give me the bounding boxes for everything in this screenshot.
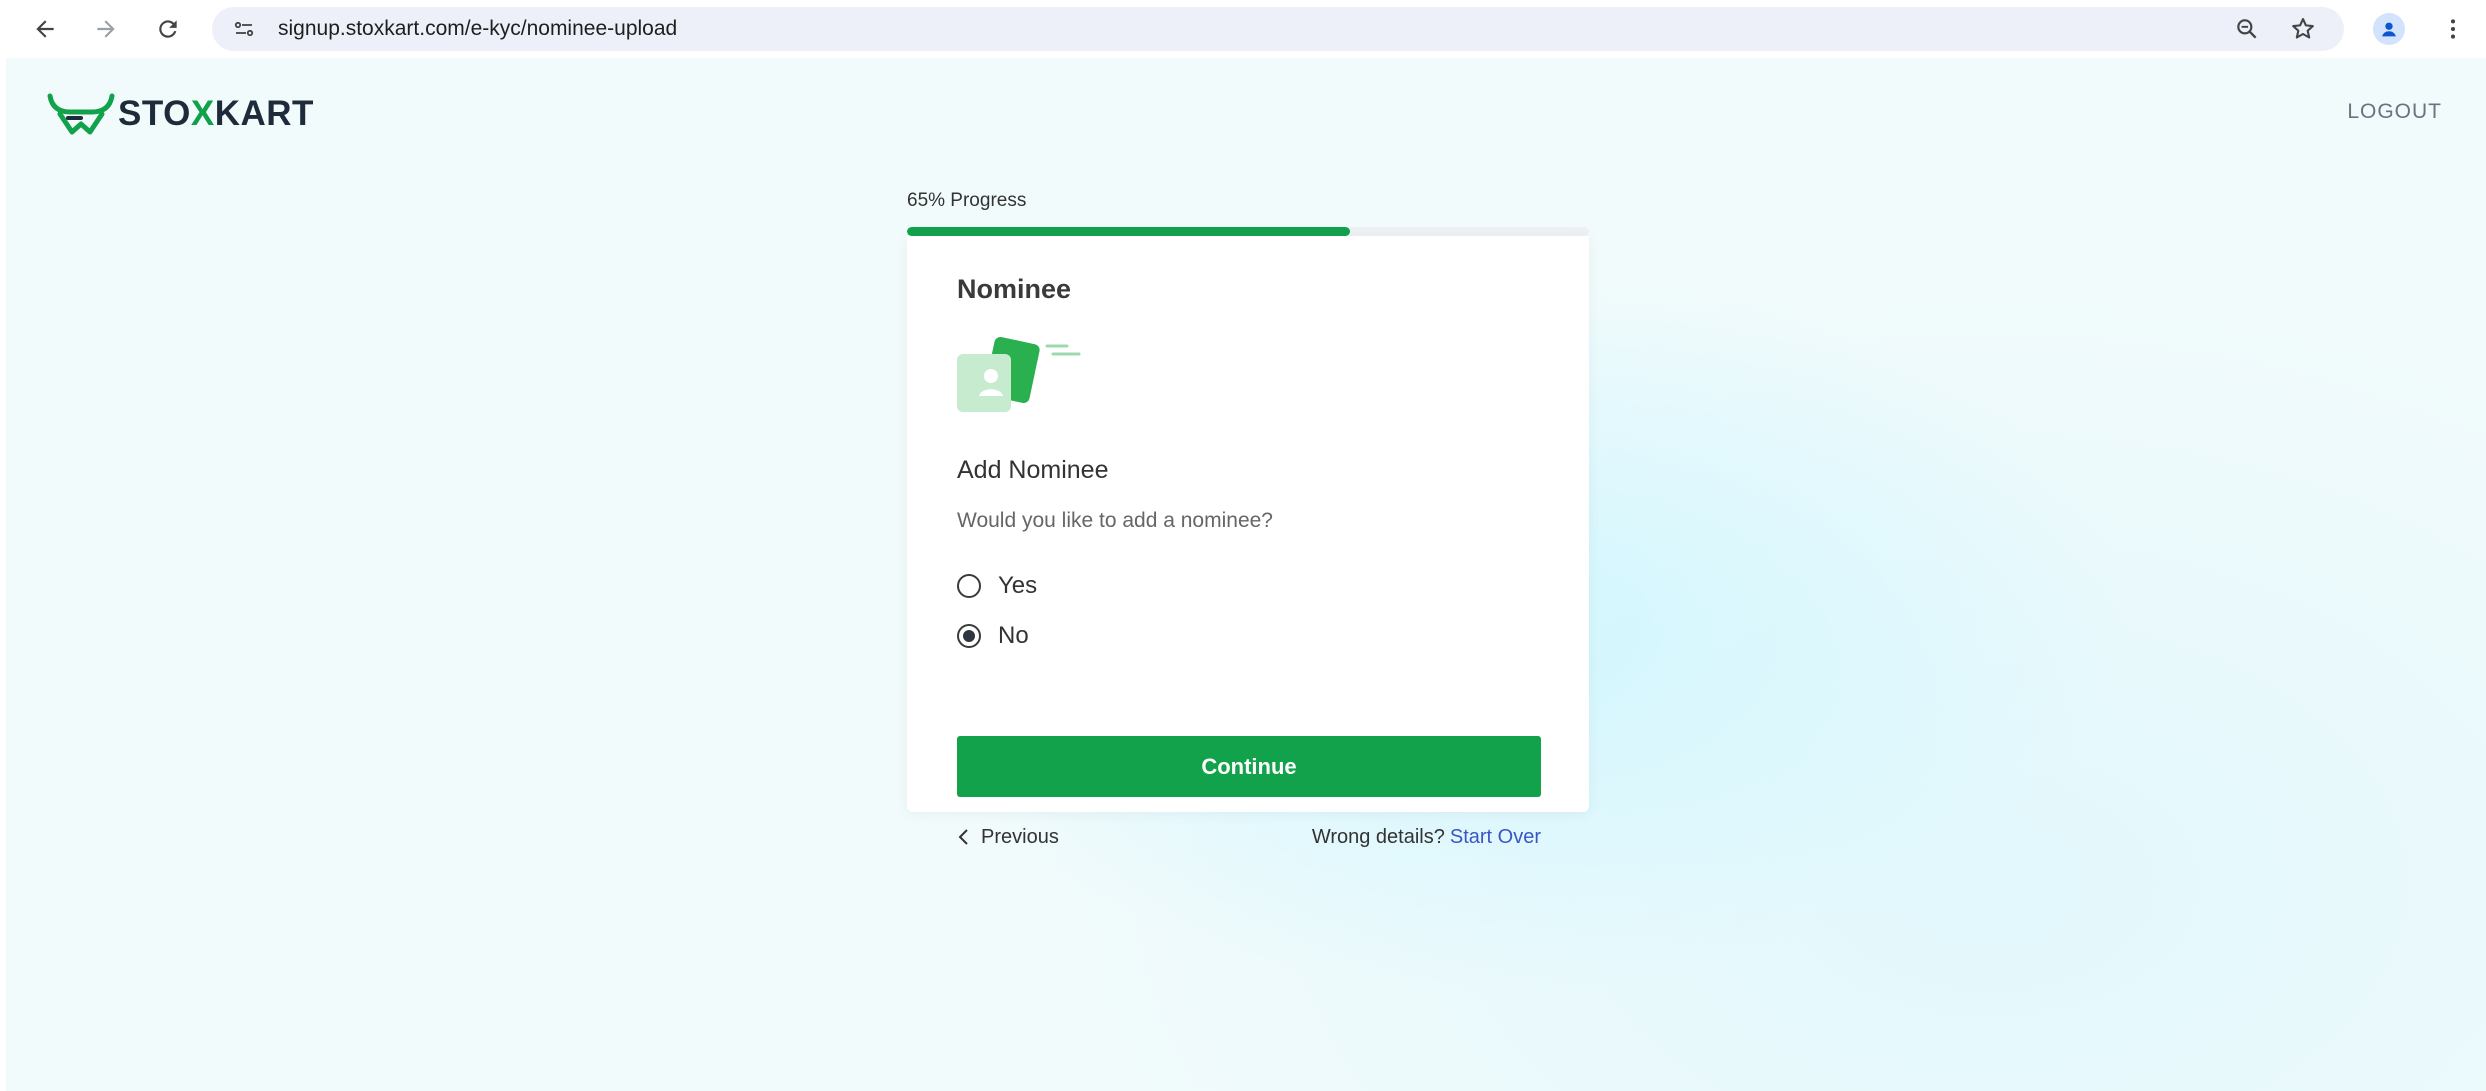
radio-option-yes[interactable]: Yes — [957, 570, 1037, 602]
previous-link[interactable]: Previous — [957, 824, 1059, 850]
url-text[interactable]: signup.stoxkart.com/e-kyc/nominee-upload — [278, 7, 677, 51]
radio-button-no[interactable] — [957, 624, 981, 648]
browser-menu-button[interactable] — [2434, 10, 2472, 48]
back-icon — [36, 20, 54, 38]
brand-logo[interactable]: STOXKART — [46, 88, 314, 140]
progress-bar — [907, 227, 1589, 236]
wrong-details-text: Wrong details? — [1311, 826, 1445, 848]
reload-button[interactable] — [149, 10, 187, 48]
start-over-row: Wrong details? Start Over — [1312, 824, 1541, 850]
nominee-card-illustration-icon — [957, 336, 1081, 412]
forward-icon — [97, 20, 115, 38]
previous-label: Previous — [981, 825, 1059, 848]
radio-button-yes[interactable] — [957, 574, 981, 598]
start-over-link[interactable]: Start Over — [1450, 826, 1541, 848]
logout-link[interactable]: LOGOUT — [2347, 100, 2442, 124]
forward-button[interactable] — [87, 10, 125, 48]
nominee-question: Would you like to add a nominee? — [957, 509, 1273, 532]
menu-icon — [2450, 19, 2456, 39]
address-bar[interactable]: signup.stoxkart.com/e-kyc/nominee-upload — [212, 7, 2344, 51]
card-title: Nominee — [957, 274, 1072, 304]
zoom-button[interactable] — [2228, 10, 2266, 48]
page-viewport: STOXKART LOGOUT 65% Progress Nominee Add… — [6, 58, 2486, 1091]
site-info-icon[interactable] — [230, 15, 258, 43]
bull-logo-icon — [47, 93, 115, 135]
radio-label-no: No — [998, 622, 1029, 649]
radio-option-no[interactable]: No — [957, 620, 1029, 652]
bookmark-button[interactable] — [2284, 10, 2322, 48]
brand-name: STOXKART — [118, 94, 314, 133]
zoom-icon — [2237, 19, 2257, 39]
chevron-left-icon — [958, 829, 968, 845]
browser-toolbar: signup.stoxkart.com/e-kyc/nominee-upload — [0, 0, 2486, 58]
profile-icon[interactable] — [2373, 13, 2405, 45]
back-button[interactable] — [26, 10, 64, 48]
progress-label: 65% Progress — [907, 190, 1027, 211]
nominee-card: Nominee Add Nominee Would you like to ad… — [907, 236, 1589, 848]
section-title: Add Nominee — [957, 456, 1109, 484]
progress-fill — [907, 227, 1351, 236]
reload-icon — [159, 20, 177, 38]
star-icon — [2292, 18, 2314, 39]
continue-button[interactable]: Continue — [957, 736, 1541, 797]
radio-label-yes: Yes — [998, 572, 1038, 599]
